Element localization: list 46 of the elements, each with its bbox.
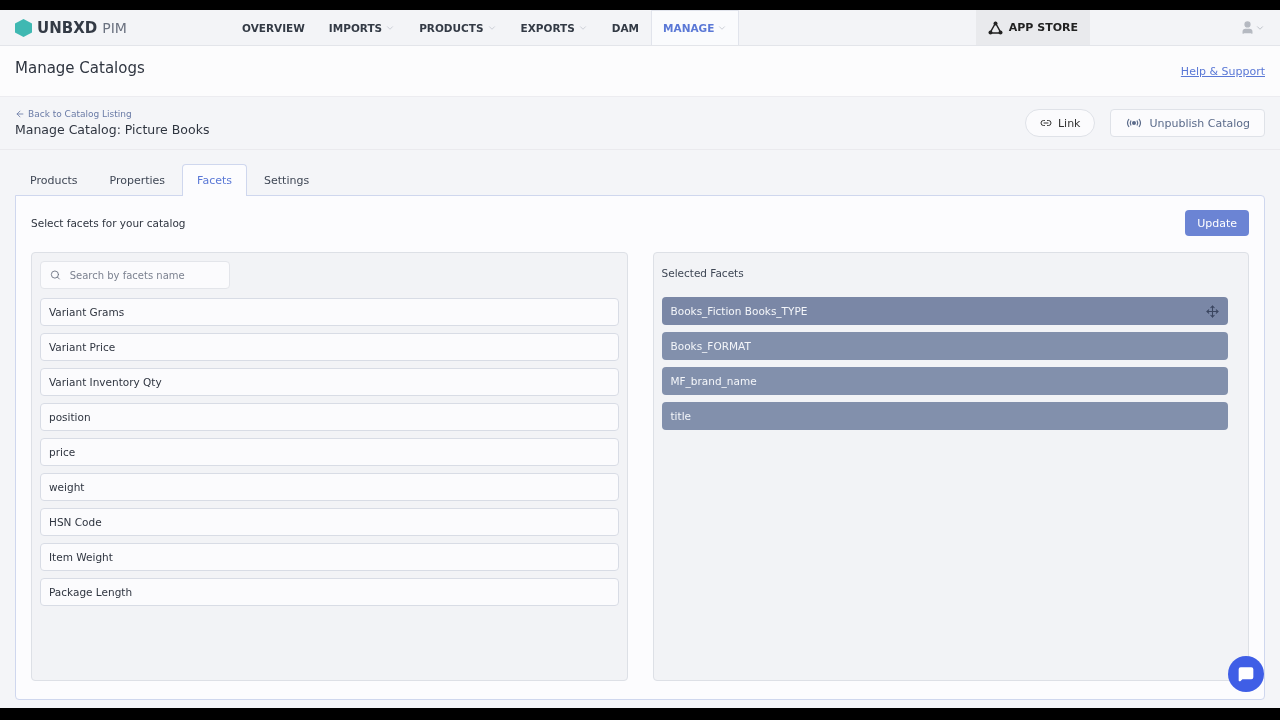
nav-item[interactable]: DAM <box>599 10 652 45</box>
search-icon <box>50 269 61 281</box>
back-link[interactable]: Back to Catalog Listing <box>15 109 210 119</box>
nav-item[interactable]: MANAGE <box>651 10 740 45</box>
tab[interactable]: Facets <box>182 164 247 196</box>
search-field[interactable]: Search by facets name <box>40 261 230 289</box>
facet-item[interactable]: weight <box>40 473 619 501</box>
facet-item[interactable]: Item Weight <box>40 543 619 571</box>
link-icon <box>1039 117 1052 129</box>
nav-item[interactable]: EXPORTS <box>508 10 600 45</box>
arrow-left-icon <box>15 109 25 119</box>
facet-item[interactable]: position <box>40 403 619 431</box>
hexagon-logo-icon <box>15 18 32 37</box>
broadcast-icon <box>1125 118 1144 128</box>
app-store-link[interactable]: APP STORE <box>975 10 1090 45</box>
panel-title: Selected Facets <box>661 266 745 281</box>
facet-item[interactable]: HSN Code <box>40 508 619 536</box>
chat-icon <box>1238 666 1254 682</box>
brand-name: UNBXD <box>37 18 98 37</box>
nav-item[interactable]: OVERVIEW <box>230 10 317 45</box>
app-store-icon <box>987 20 1003 35</box>
facet-label: Books_FORMAT <box>670 340 751 352</box>
nav-item[interactable]: PRODUCTS <box>407 10 509 45</box>
facet-item[interactable]: Variant Grams <box>40 298 619 326</box>
move-icon <box>1205 304 1219 318</box>
facet-label: Books_Fiction Books_TYPE <box>670 305 808 317</box>
search-input[interactable]: Search by facets name <box>67 268 220 282</box>
brand-suffix: PIM <box>102 19 127 36</box>
tab[interactable]: Products <box>15 164 93 196</box>
facet-item[interactable]: Package Length <box>40 578 619 606</box>
page-title: Manage Catalogs <box>15 59 145 77</box>
update-button[interactable]: Update <box>1185 210 1249 236</box>
tab[interactable]: Settings <box>249 164 325 196</box>
facet-item[interactable]: Variant Price <box>40 333 619 361</box>
catalog-title: Manage Catalog: Picture Books <box>15 122 210 137</box>
facet-label: MF_brand_name <box>670 375 757 387</box>
facet-item[interactable]: Variant Inventory Qty <box>40 368 619 396</box>
nav-item[interactable]: IMPORTS <box>316 10 408 45</box>
instruction-text: Select facets for your catalog <box>31 217 186 229</box>
facet-item[interactable]: price <box>40 438 619 466</box>
link-button[interactable]: Link <box>1024 109 1096 137</box>
tab[interactable]: Properties <box>94 164 181 196</box>
unpublish-button[interactable]: Unpublish Catalog <box>1110 109 1265 137</box>
help-link[interactable]: Help & Support <box>1180 64 1265 78</box>
facet-label: title <box>670 410 692 422</box>
user-icon <box>1240 20 1255 35</box>
